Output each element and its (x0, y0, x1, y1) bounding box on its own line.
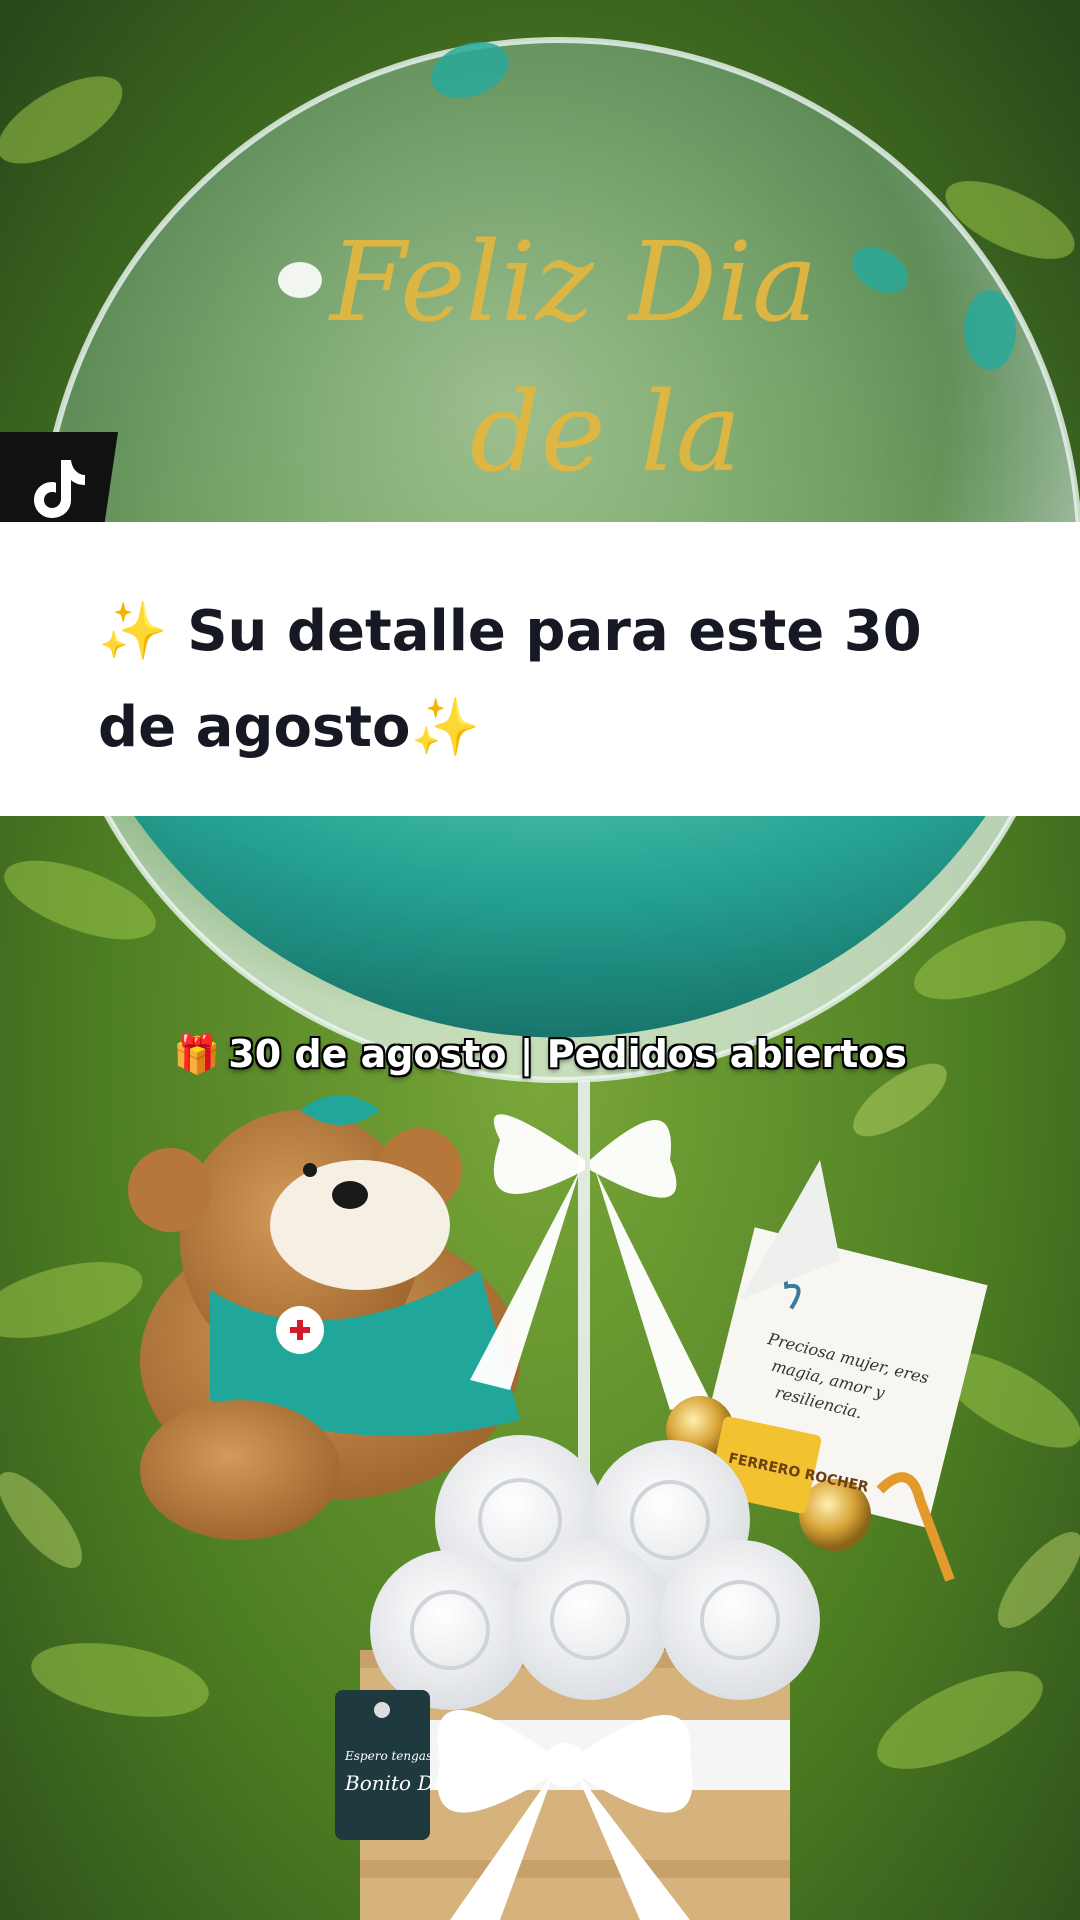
svg-text:Bonito Día: Bonito Día (344, 1771, 452, 1795)
gift-photo: Feliz Dia de la Preciosa mujer, eres mag… (0, 0, 1080, 1920)
gift-icon: 🎁 (172, 1032, 221, 1076)
caption-text: ✨ Su detalle para este 30 de agosto✨ (98, 599, 922, 760)
svg-text:Espero tengas un: Espero tengas un (344, 1749, 451, 1763)
video-overlay-text: 🎁 30 de agosto | Pedidos abiertos (0, 1032, 1080, 1077)
svg-text:de la: de la (470, 368, 741, 496)
caption-card: ✨ Su detalle para este 30 de agosto✨ (0, 522, 1080, 816)
balloon-lettering: Feliz Dia (328, 218, 818, 346)
overlay-label: 30 de agosto | Pedidos abiertos (228, 1032, 908, 1076)
